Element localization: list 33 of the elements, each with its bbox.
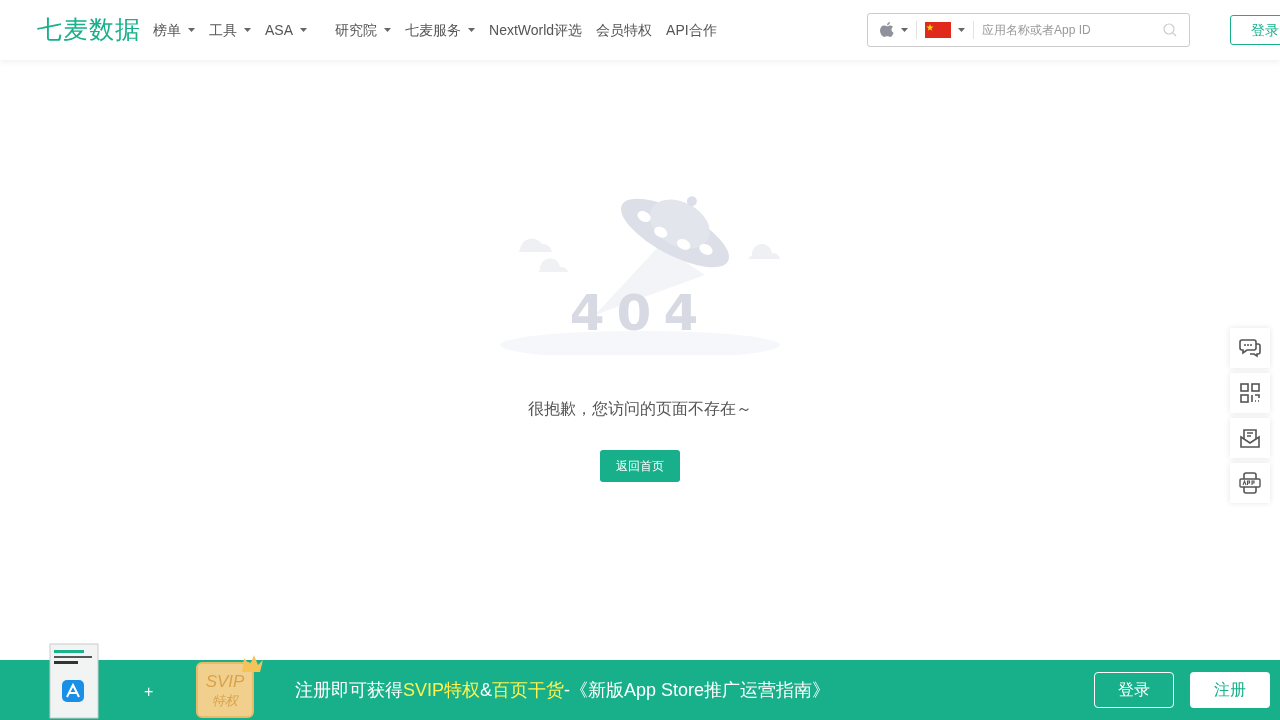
search-field[interactable]: 应用名称或者App ID bbox=[867, 13, 1190, 47]
open-envelope-icon bbox=[1240, 428, 1260, 448]
plus-sign: + bbox=[144, 682, 154, 702]
caret-icon bbox=[244, 28, 251, 32]
error-message: 很抱歉，您访问的页面不存在～ bbox=[528, 399, 752, 419]
side-tool-button[interactable] bbox=[1230, 373, 1270, 413]
caret-icon bbox=[300, 28, 307, 32]
side-tool-button[interactable] bbox=[1230, 328, 1270, 368]
nav-link[interactable]: 工具 bbox=[209, 19, 251, 41]
caret-icon bbox=[188, 28, 195, 32]
caret-icon bbox=[901, 28, 908, 32]
nav-link[interactable]: 会员特权 bbox=[596, 19, 653, 41]
caret-icon bbox=[468, 28, 475, 32]
nav-link[interactable]: API合作 bbox=[666, 19, 717, 41]
promo-text: 注册即可获得SVIP特权&百页干货-《新版App Store推广运营指南》 bbox=[295, 678, 831, 702]
crown-icon bbox=[240, 654, 264, 674]
side-tool-button[interactable] bbox=[1230, 463, 1270, 503]
nav-link[interactable]: 研究院 bbox=[335, 19, 391, 41]
nav-link[interactable]: NextWorld评选 bbox=[489, 19, 583, 41]
search-input[interactable]: 应用名称或者App ID bbox=[982, 21, 1163, 39]
apple-logo-icon bbox=[880, 22, 894, 38]
china-flag-icon bbox=[925, 22, 951, 38]
badge-subtitle: 特权 bbox=[212, 694, 238, 707]
chat-bubbles-icon bbox=[1239, 338, 1261, 358]
phone-app-icon bbox=[1239, 472, 1261, 494]
qr-code-icon bbox=[1240, 383, 1260, 403]
caret-icon bbox=[384, 28, 391, 32]
nav-link[interactable]: 榜单 bbox=[153, 19, 195, 41]
nav-link[interactable]: 七麦服务 bbox=[405, 19, 475, 41]
nav-link[interactable]: ASA bbox=[265, 19, 307, 41]
side-tool-button[interactable] bbox=[1230, 418, 1270, 458]
badge-title: SVIP bbox=[205, 673, 245, 690]
caret-icon bbox=[958, 28, 965, 32]
